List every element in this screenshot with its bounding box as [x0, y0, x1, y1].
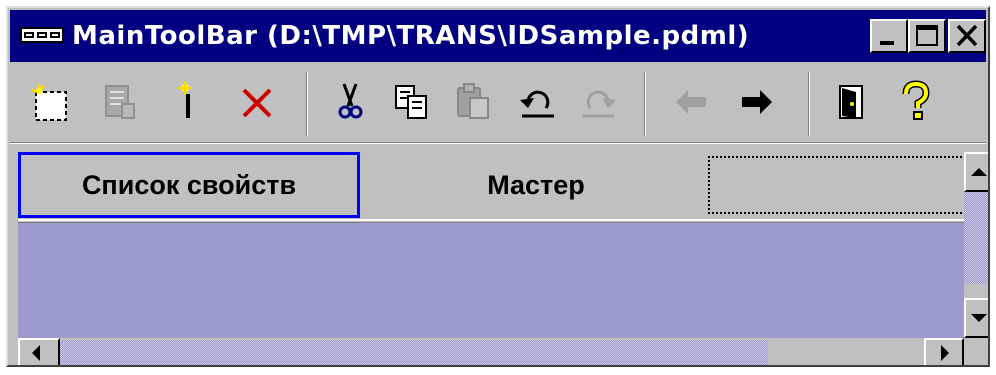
vertical-scroll-thumb[interactable]: [964, 192, 988, 284]
arrow-down-icon: [971, 314, 987, 322]
maximize-icon: [916, 25, 938, 46]
arrow-right-icon: [941, 345, 949, 361]
magic-wand-button[interactable]: [166, 80, 210, 124]
new-selection-button[interactable]: [28, 80, 72, 124]
vertical-scrollbar[interactable]: [964, 152, 988, 338]
toolbar-border: [10, 142, 986, 144]
paste-icon: [457, 83, 489, 119]
delete-button[interactable]: [236, 80, 280, 124]
horizontal-scrollbar[interactable]: [18, 338, 964, 365]
minimize-icon: [880, 41, 894, 45]
title-bar[interactable]: MainToolBar (D:\TMP\TRANS\IDSample.pdml): [10, 10, 986, 62]
forward-button[interactable]: [734, 80, 778, 124]
content-pane[interactable]: [18, 223, 964, 338]
maximize-button[interactable]: [908, 19, 946, 53]
exit-door-icon: [839, 85, 863, 119]
help-icon: [902, 80, 930, 120]
cut-button[interactable]: [328, 80, 372, 124]
scroll-left-button[interactable]: [18, 338, 60, 365]
magic-wand-icon: [178, 81, 192, 118]
undo-icon: [520, 90, 554, 118]
window-title: MainToolBar (D:\TMP\TRANS\IDSample.pdml): [72, 21, 750, 51]
app-icon[interactable]: [20, 27, 64, 43]
properties-button[interactable]: [98, 80, 142, 124]
scroll-down-button[interactable]: [964, 298, 988, 338]
scroll-up-button[interactable]: [964, 152, 988, 192]
copy-icon: [395, 85, 427, 119]
toolbar-separator: [808, 72, 810, 136]
tab-empty[interactable]: [708, 156, 964, 214]
properties-icon: [105, 85, 135, 119]
new-selection-icon: [31, 83, 67, 121]
arrow-up-icon: [971, 168, 987, 176]
scrollbar-corner: [964, 338, 988, 365]
close-button[interactable]: [948, 19, 986, 53]
tab-strip: Список свойств Мастер: [18, 152, 964, 220]
arrow-left-icon: [32, 345, 40, 361]
vertical-scroll-gap: [964, 284, 988, 298]
horizontal-scroll-thumb[interactable]: [60, 340, 768, 365]
cut-icon: [338, 83, 363, 119]
back-button[interactable]: [670, 80, 714, 124]
redo-icon: [582, 90, 616, 118]
tab-wizard[interactable]: Мастер: [364, 152, 708, 218]
delete-icon: [242, 88, 272, 118]
main-toolbar: [10, 66, 986, 142]
minimize-button[interactable]: [870, 19, 908, 53]
undo-button[interactable]: [516, 80, 560, 124]
close-icon: [956, 24, 978, 47]
copy-button[interactable]: [390, 80, 434, 124]
help-button[interactable]: [894, 80, 938, 124]
forward-arrow-icon: [742, 90, 772, 114]
back-arrow-icon: [676, 90, 706, 114]
scroll-right-button[interactable]: [924, 338, 964, 365]
paste-button[interactable]: [452, 80, 496, 124]
exit-button[interactable]: [830, 80, 874, 124]
toolbar-separator: [644, 72, 646, 136]
toolbar-separator: [306, 72, 308, 136]
main-window: MainToolBar (D:\TMP\TRANS\IDSample.pdml): [6, 6, 990, 367]
redo-button[interactable]: [576, 80, 620, 124]
tab-property-list[interactable]: Список свойств: [18, 152, 360, 218]
